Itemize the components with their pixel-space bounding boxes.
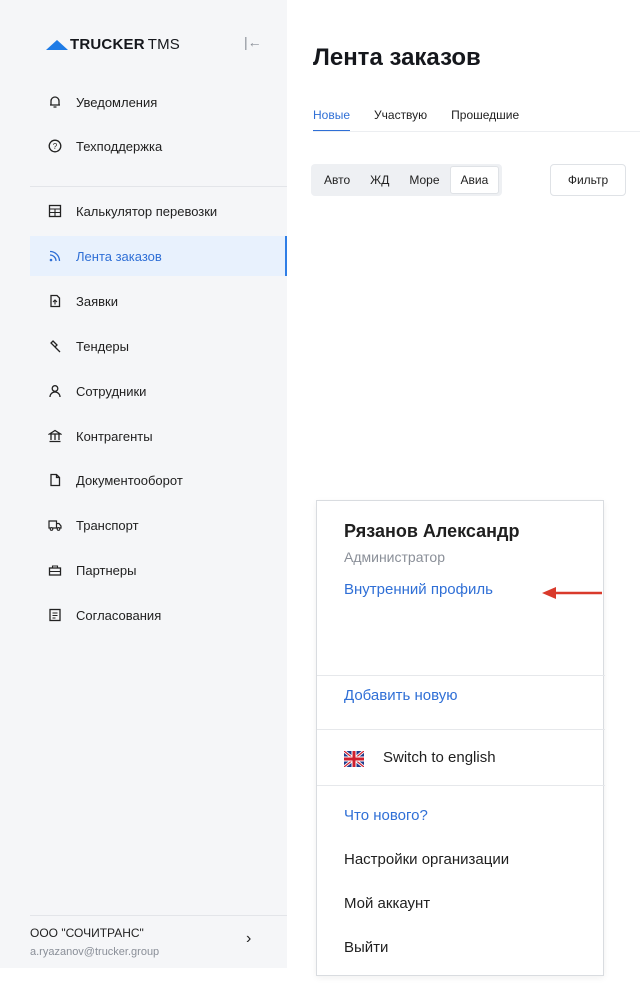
logo-triangle-icon xyxy=(46,39,68,50)
filter-button[interactable]: Фильтр xyxy=(550,164,626,196)
sidebar-item-requests[interactable]: Заявки xyxy=(30,281,287,321)
page-title: Лента заказов xyxy=(313,44,481,71)
sidebar-item-approvals[interactable]: Согласования xyxy=(30,595,287,635)
user-menu: Рязанов Александр Администратор Внутренн… xyxy=(316,500,605,976)
brand-name: TRUCKER xyxy=(70,36,145,53)
account-switcher[interactable]: ООО "СОЧИТРАНС" a.ryazanov@trucker.group… xyxy=(30,915,287,968)
annotation-arrow-icon xyxy=(542,587,602,599)
user-role: Администратор xyxy=(344,549,446,565)
sidebar-divider xyxy=(30,186,287,187)
switch-language-button[interactable]: Switch to english xyxy=(383,749,496,766)
tab-participating[interactable]: Участвую xyxy=(374,108,427,132)
sidebar-item-counterparties[interactable]: Контрагенты xyxy=(30,416,287,456)
handshake-icon xyxy=(46,563,64,577)
organization-settings-item[interactable]: Настройки организации xyxy=(344,851,509,868)
order-tabs: Новые Участвую Прошедшие xyxy=(313,108,543,132)
organization-name: ООО "СОЧИТРАНС" xyxy=(30,926,144,940)
chevron-right-icon[interactable]: › xyxy=(246,930,251,948)
hammer-icon xyxy=(46,339,64,353)
add-new-link[interactable]: Добавить новую xyxy=(344,687,457,704)
brand-logo[interactable]: TRUCKER TMS xyxy=(46,36,180,53)
sidebar-item-partners[interactable]: Партнеры xyxy=(30,550,287,590)
tabs-divider xyxy=(313,131,640,132)
mode-rail-button[interactable]: ЖД xyxy=(360,167,399,193)
sidebar-item-label: Уведомления xyxy=(76,94,158,110)
menu-divider xyxy=(317,785,605,786)
user-icon xyxy=(46,384,64,398)
sidebar-item-label: Транспорт xyxy=(76,517,139,533)
calculator-icon xyxy=(46,204,64,218)
sidebar-item-label: Тендеры xyxy=(76,338,130,354)
mode-air-button[interactable]: Авиа xyxy=(449,166,500,194)
sidebar-item-label: Контрагенты xyxy=(76,428,153,444)
document-icon xyxy=(46,473,64,487)
svg-text:?: ? xyxy=(53,142,58,151)
sidebar-item-label: Согласования xyxy=(76,607,162,623)
sidebar-item-employees[interactable]: Сотрудники xyxy=(30,371,287,411)
sidebar-item-notifications[interactable]: Уведомления xyxy=(30,82,287,122)
transport-mode-switch: Авто ЖД Море Авиа xyxy=(311,164,503,196)
sidebar: TRUCKER TMS |← Уведомления ? Техподдержка… xyxy=(0,0,287,968)
sidebar-item-calculator[interactable]: Калькулятор перевозки xyxy=(30,191,287,231)
menu-divider xyxy=(317,675,605,676)
sidebar-item-label: Партнеры xyxy=(76,562,137,578)
bank-icon xyxy=(46,429,64,443)
mode-auto-button[interactable]: Авто xyxy=(314,167,360,193)
whats-new-link[interactable]: Что нового? xyxy=(344,807,428,824)
menu-divider xyxy=(317,729,605,730)
logout-item[interactable]: Выйти xyxy=(344,939,388,956)
sidebar-item-label: Документооборот xyxy=(76,472,183,488)
sidebar-item-label: Калькулятор перевозки xyxy=(76,203,218,219)
sidebar-item-label: Заявки xyxy=(76,293,118,309)
user-name: Рязанов Александр xyxy=(344,521,520,541)
tab-new[interactable]: Новые xyxy=(313,108,351,132)
bell-icon xyxy=(46,95,64,109)
mode-sea-button[interactable]: Море xyxy=(399,167,449,193)
sidebar-item-tenders[interactable]: Тендеры xyxy=(30,326,287,366)
feed-icon xyxy=(46,249,64,263)
sidebar-item-label: Лента заказов xyxy=(76,248,162,264)
sidebar-item-documents[interactable]: Документооборот xyxy=(30,460,287,500)
tab-past[interactable]: Прошедшие xyxy=(451,108,519,132)
sidebar-item-order-feed[interactable]: Лента заказов xyxy=(30,236,287,276)
sidebar-item-label: Техподдержка xyxy=(76,138,163,154)
uk-flag-icon[interactable] xyxy=(344,751,364,767)
collapse-left-icon[interactable]: |← xyxy=(244,34,262,50)
my-account-item[interactable]: Мой аккаунт xyxy=(344,895,430,912)
sidebar-item-label: Сотрудники xyxy=(76,383,147,399)
brand-suffix: TMS xyxy=(147,36,180,53)
internal-profile-link[interactable]: Внутренний профиль xyxy=(344,581,493,598)
sidebar-item-transport[interactable]: Транспорт xyxy=(30,505,287,545)
sidebar-item-support[interactable]: ? Техподдержка xyxy=(30,126,287,166)
approval-icon xyxy=(46,608,64,622)
help-circle-icon: ? xyxy=(46,139,64,153)
truck-icon xyxy=(46,518,64,532)
user-email: a.ryazanov@trucker.group xyxy=(30,946,160,958)
request-icon xyxy=(46,294,64,308)
